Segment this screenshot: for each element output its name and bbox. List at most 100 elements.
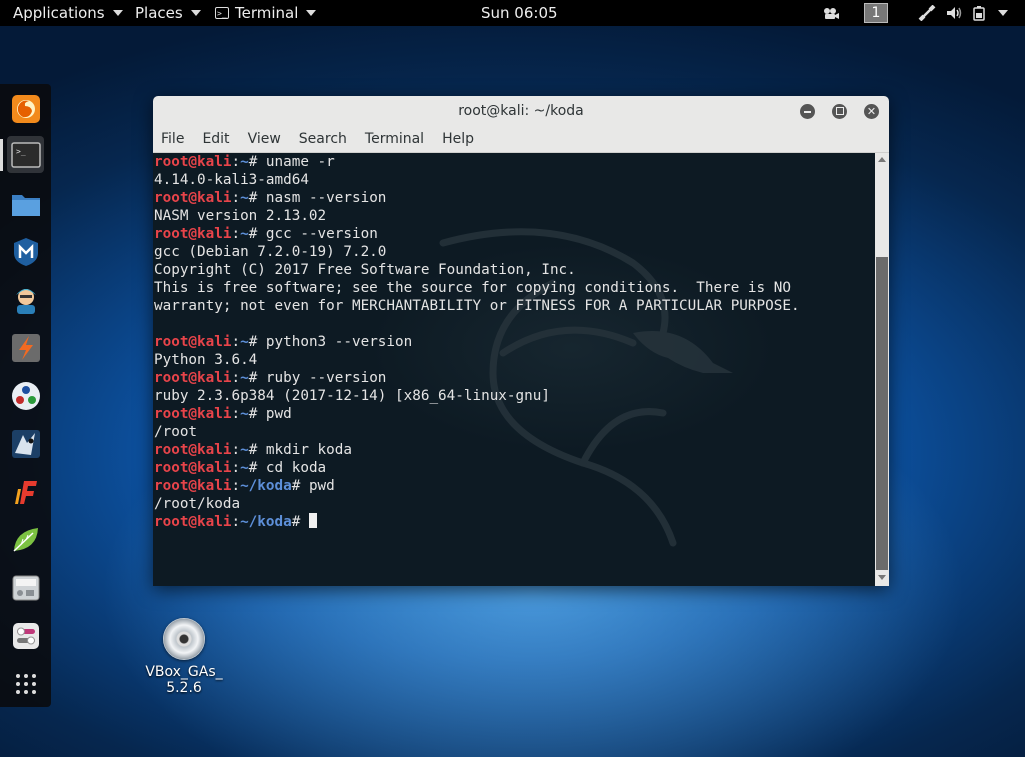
desktop-icon-vbox-disc[interactable]: VBox_GAs_ 5.2.6: [140, 618, 228, 696]
places-menu[interactable]: Places: [135, 0, 201, 26]
scroll-down-icon[interactable]: [878, 575, 886, 580]
scroll-up-icon[interactable]: [878, 157, 886, 162]
close-icon: ✕: [866, 105, 877, 118]
dock-burpsuite[interactable]: [7, 329, 44, 366]
maximize-button[interactable]: [832, 104, 847, 119]
terminal-icon: >_: [215, 7, 229, 19]
prompt-command: cd koda: [265, 460, 327, 476]
prompt-path: ~: [240, 190, 249, 206]
terminal-app-menu[interactable]: >_ Terminal: [215, 0, 317, 26]
terminal-prompt-line: root@kali:~# python3 --version: [154, 334, 413, 350]
dock-terminal[interactable]: >_: [7, 136, 44, 173]
prompt-user: root@kali: [154, 406, 232, 422]
prompt-user: root@kali: [154, 370, 232, 386]
terminal-prompt-line: root@kali:~/koda#: [154, 513, 800, 531]
terminal-window: root@kali: ~/koda ✕ File Edit View Searc…: [153, 96, 889, 586]
prompt-path: ~: [240, 334, 249, 350]
leafpad-icon: [12, 527, 38, 552]
dock-maltego[interactable]: [7, 377, 44, 414]
terminal-prompt-line: root@kali:~/koda# pwd: [154, 478, 335, 494]
prompt-user: root@kali: [154, 226, 232, 242]
terminal-output-line: Python 3.6.4: [154, 352, 258, 368]
prompt-path: ~: [240, 154, 249, 170]
prompt-path: ~: [240, 442, 249, 458]
window-menubar: File Edit View Search Terminal Help: [153, 126, 889, 153]
terminal-output-line: warranty; not even for MERCHANTABILITY o…: [154, 298, 800, 314]
prompt-command: uname -r: [265, 154, 335, 170]
camera-icon[interactable]: [822, 5, 840, 21]
settings-icon: [12, 622, 39, 649]
prompt-command: gcc --version: [265, 226, 378, 242]
prompt-path: ~: [240, 370, 249, 386]
dock-firefox[interactable]: [7, 90, 44, 127]
prompt-path: ~/koda: [240, 514, 292, 530]
disc-icon: [163, 618, 205, 660]
armitage-icon: [15, 288, 36, 314]
battery-icon[interactable]: [972, 5, 990, 21]
desktop-icon-label-line2: 5.2.6: [166, 680, 202, 696]
menu-file[interactable]: File: [153, 126, 193, 152]
utility-icon: [12, 575, 39, 600]
prompt-user: root@kali: [154, 154, 232, 170]
terminal-prompt-line: root@kali:~# gcc --version: [154, 226, 378, 242]
maltego-icon: [11, 381, 40, 410]
window-titlebar[interactable]: root@kali: ~/koda ✕: [153, 96, 889, 126]
prompt-user: root@kali: [154, 514, 232, 530]
metasploit-icon: [13, 237, 38, 266]
menu-help[interactable]: Help: [433, 126, 483, 152]
applications-menu[interactable]: Applications: [13, 0, 123, 26]
dock: >_: [0, 84, 51, 707]
dock-leafpad[interactable]: [7, 521, 44, 558]
dock-settings[interactable]: [7, 617, 44, 654]
terminal-output[interactable]: root@kali:~# uname -r 4.14.0-kali3-amd64 r…: [153, 153, 875, 586]
scrollbar-thumb[interactable]: [876, 257, 888, 570]
terminal-output-line: /root: [154, 424, 198, 440]
volume-icon[interactable]: [945, 5, 963, 21]
desktop-icon-label-line1: VBox_GAs_: [145, 664, 223, 680]
terminal-lines: root@kali:~# uname -r 4.14.0-kali3-amd64 r…: [154, 153, 800, 531]
terminal-output-line: 4.14.0-kali3-amd64: [154, 172, 309, 188]
dock-faraday[interactable]: [7, 473, 44, 510]
menu-edit[interactable]: Edit: [193, 126, 238, 152]
menu-terminal[interactable]: Terminal: [356, 126, 433, 152]
window-title: root@kali: ~/koda: [458, 103, 584, 119]
prompt-command: nasm --version: [265, 190, 387, 206]
menu-search[interactable]: Search: [290, 126, 356, 152]
prompt-user: root@kali: [154, 460, 232, 476]
prompt-command: pwd: [265, 406, 292, 422]
dock-armitage[interactable]: [7, 281, 44, 318]
dock-files[interactable]: [7, 185, 44, 222]
network-icon[interactable]: [918, 5, 936, 21]
faraday-icon: [14, 480, 37, 504]
workspace-indicator[interactable]: 1: [864, 3, 888, 23]
terminal-output-line: NASM version 2.13.02: [154, 208, 327, 224]
terminal-output-line: This is free software; see the source fo…: [154, 280, 791, 296]
dock-cherrytree[interactable]: [7, 569, 44, 606]
terminal-scrollbar[interactable]: [875, 153, 889, 586]
terminal-output-line: ruby 2.3.6p384 (2017-12-14) [x86_64-linu…: [154, 388, 550, 404]
terminal-prompt-line: root@kali:~# mkdir koda: [154, 442, 352, 458]
close-button[interactable]: ✕: [864, 104, 879, 119]
dock-metasploit[interactable]: [7, 233, 44, 270]
terminal-prompt-line: root@kali:~# nasm --version: [154, 190, 387, 206]
text-cursor: [308, 513, 317, 528]
minimize-icon: [804, 110, 811, 113]
terminal-output-line: gcc (Debian 7.2.0-19) 7.2.0: [154, 244, 387, 260]
dock-show-applications[interactable]: [7, 665, 44, 702]
terminal-prompt-line: root@kali:~# pwd: [154, 406, 292, 422]
prompt-path: ~/koda: [240, 478, 292, 494]
prompt-user: root@kali: [154, 442, 232, 458]
terminal-prompt-line: root@kali:~# cd koda: [154, 460, 327, 476]
menu-view[interactable]: View: [239, 126, 290, 152]
prompt-path: ~: [240, 406, 249, 422]
maximize-icon: [835, 107, 844, 115]
clock[interactable]: Sun 06:05: [481, 0, 558, 26]
firefox-icon: [11, 94, 40, 123]
prompt-command: python3 --version: [265, 334, 413, 350]
chevron-down-icon[interactable]: [998, 10, 1008, 16]
minimize-button[interactable]: [800, 104, 815, 119]
terminal-prompt-line: root@kali:~# uname -r: [154, 154, 335, 170]
prompt-user: root@kali: [154, 478, 232, 494]
dock-beef[interactable]: [7, 425, 44, 462]
